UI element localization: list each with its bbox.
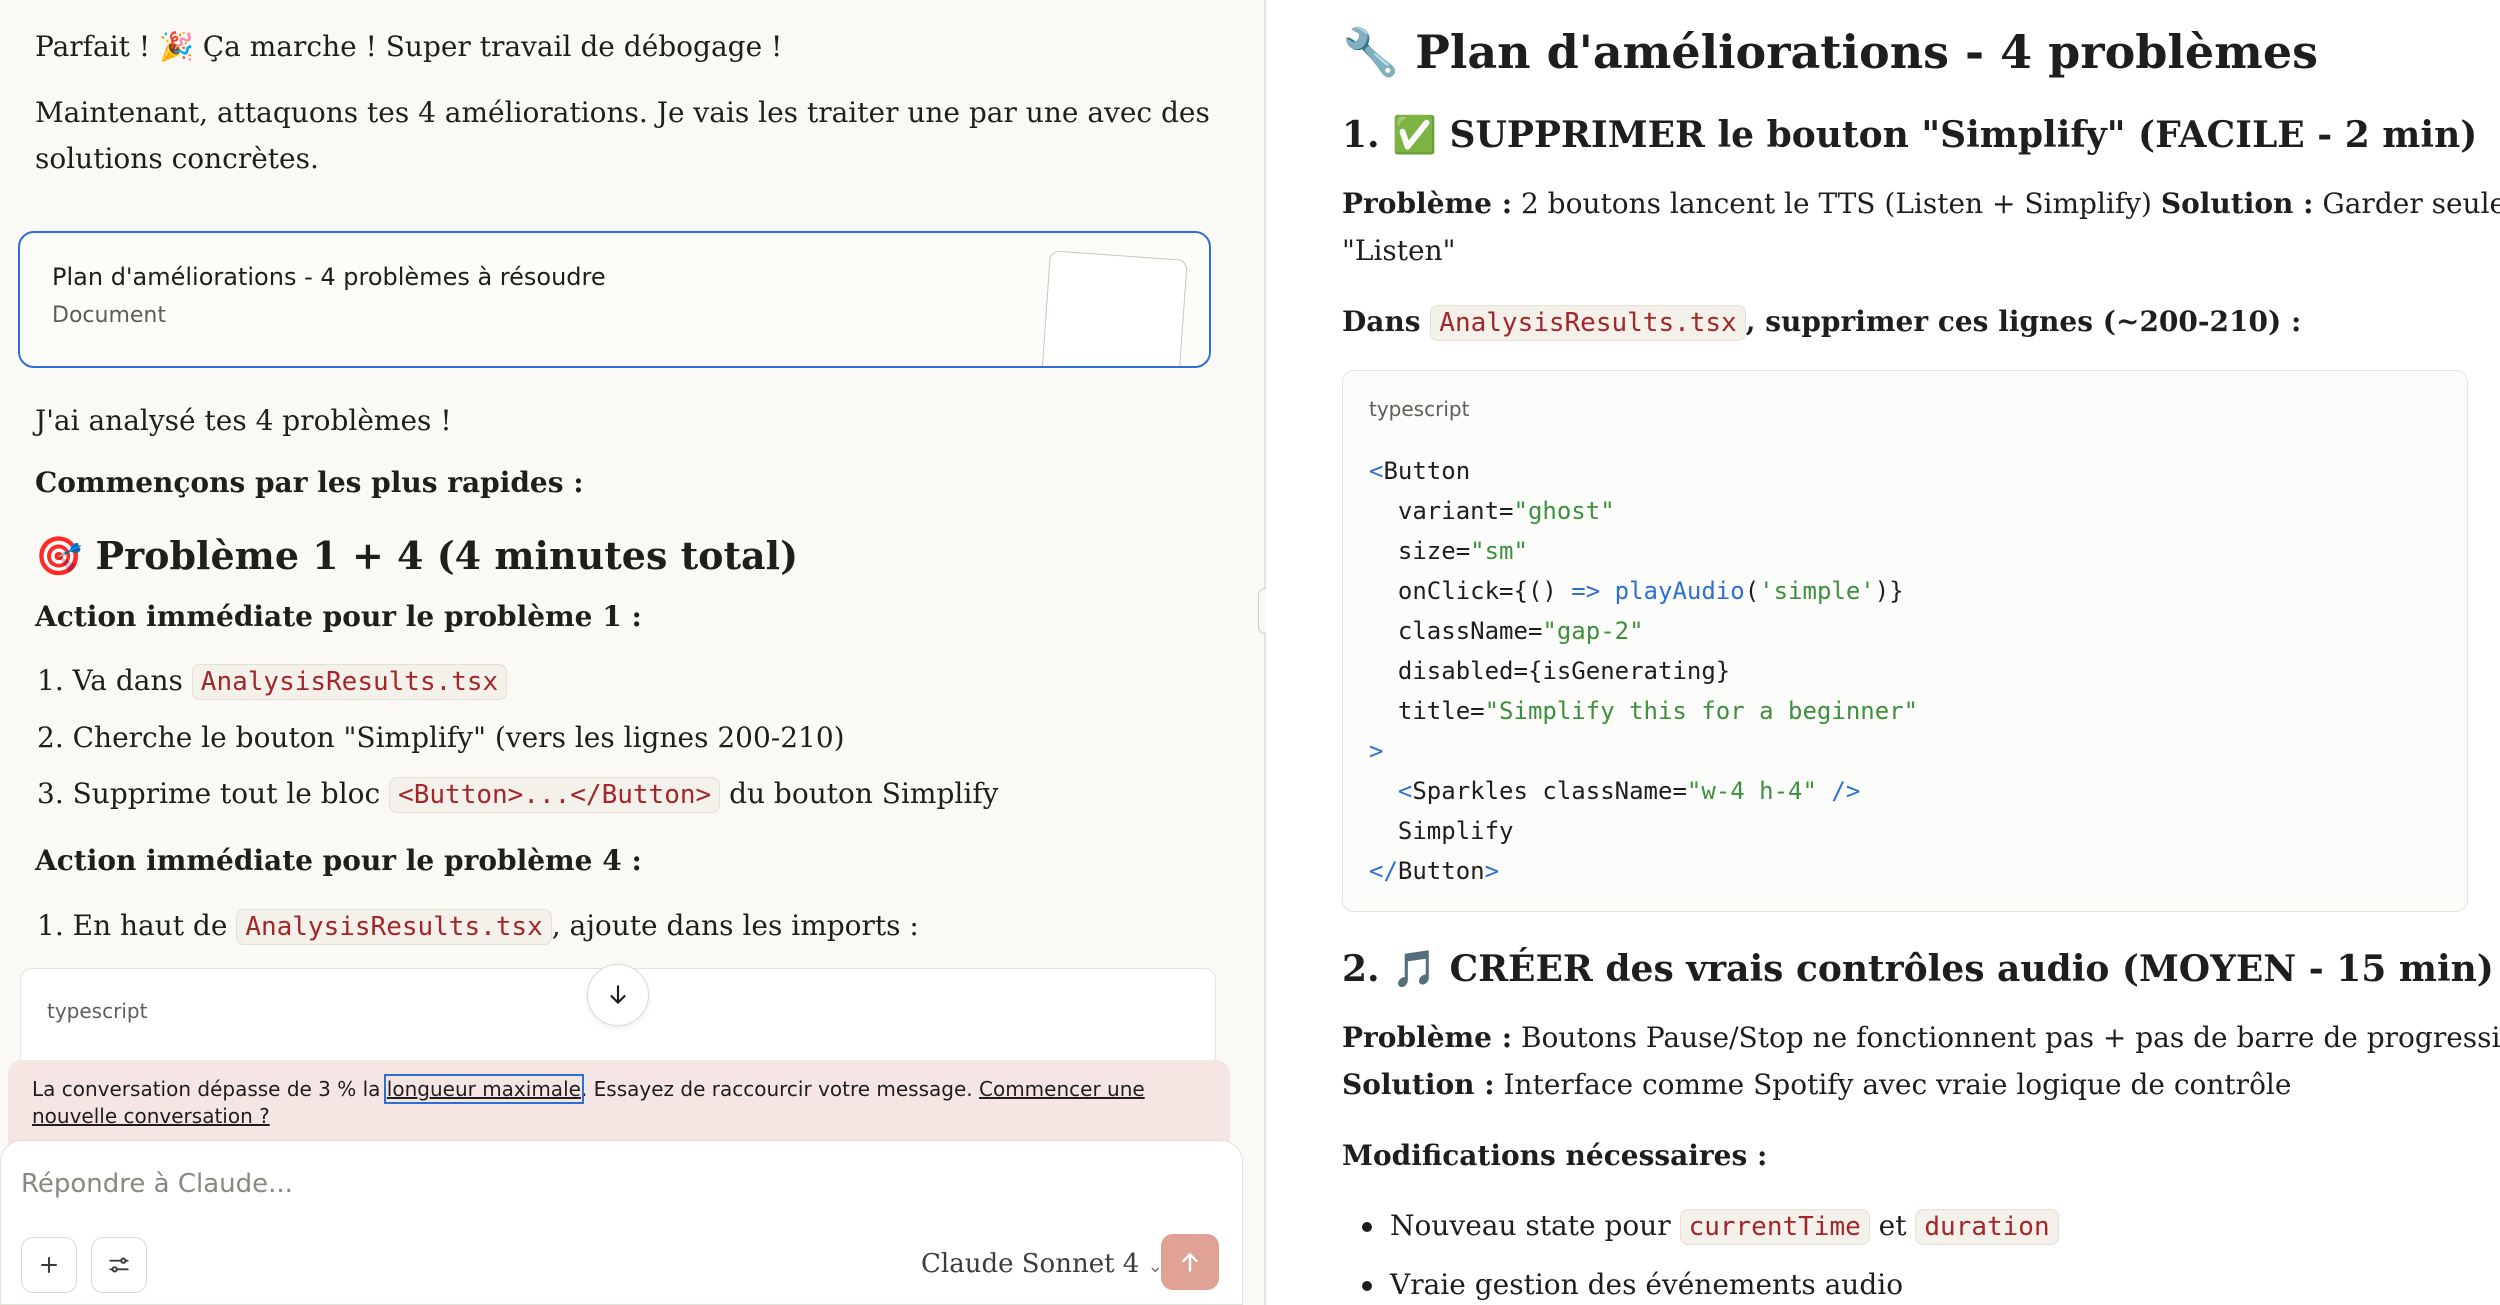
list-item: Nouveau state pour currentTime et durati… [1342, 1197, 2059, 1256]
model-selector[interactable]: Claude Sonnet 4 ⌄ [921, 1249, 1163, 1279]
length-warning-banner: La conversation dépasse de 3 % la longue… [8, 1060, 1230, 1148]
message-line: solutions concrètes. [35, 142, 319, 175]
steps-list-4: 1. En haut de AnalysisResults.tsx, ajout… [37, 898, 919, 955]
section-heading: 1. ✅ SUPPRIMER le bouton "Simplify" (FAC… [1342, 114, 2478, 156]
message-composer: Répondre à Claude... Claude Sonnet 4 ⌄ [0, 1140, 1243, 1305]
reply-input[interactable]: Répondre à Claude... [21, 1169, 293, 1199]
inline-code: <Button>...</Button> [389, 777, 721, 813]
inline-code: duration [1915, 1209, 2059, 1245]
section-paragraph: Problème : Boutons Pause/Stop ne fonctio… [1342, 1021, 2500, 1054]
code-block: typescript <Button variant="ghost" size=… [1342, 370, 2468, 912]
warning-text: . Essayez de raccourcir votre message. [580, 1077, 973, 1101]
artifact-card[interactable]: Plan d'améliorations - 4 problèmes à rés… [18, 231, 1211, 368]
steps-list-1: 1. Va dans AnalysisResults.tsx 2. Cherch… [37, 653, 999, 823]
action-heading: Action immédiate pour le problème 4 : [35, 844, 642, 877]
send-button[interactable] [1161, 1234, 1219, 1290]
artifact-pane: 🔧 Plan d'améliorations - 4 problèmes 1. … [1266, 0, 2500, 1305]
section-paragraph: Problème : 2 boutons lancent le TTS (Lis… [1342, 187, 2500, 220]
list-item: Vraie gestion des événements audio [1342, 1256, 2059, 1305]
chat-pane: Parfait ! 🎉 Ça marche ! Super travail de… [0, 0, 1264, 1305]
warning-text: La conversation dépasse de 3 % la [32, 1077, 381, 1101]
code-language: typescript [47, 999, 148, 1023]
section-paragraph: Modifications nécessaires : [1342, 1139, 1768, 1172]
plus-icon [41, 1257, 57, 1273]
message-line: J'ai analysé tes 4 problèmes ! [35, 404, 452, 437]
message-line: Commençons par les plus rapides : [35, 466, 584, 499]
message-intro: Parfait ! 🎉 Ça marche ! Super travail de… [35, 30, 783, 63]
artifact-title: Plan d'améliorations - 4 problèmes à rés… [52, 263, 606, 291]
message-line: Maintenant, attaquons tes 4 amélioration… [35, 96, 1210, 129]
inline-code: AnalysisResults.tsx [1430, 305, 1746, 341]
artifact-type: Document [52, 303, 166, 328]
section-paragraph: "Listen" [1342, 234, 1456, 267]
inline-code: AnalysisResults.tsx [191, 664, 508, 700]
list-item: 3. Supprime tout le bloc <Button>...</Bu… [37, 766, 999, 823]
doc-title: 🔧 Plan d'améliorations - 4 problèmes [1342, 25, 2318, 79]
artifact-thumbnail [1040, 250, 1188, 366]
sliders-icon [109, 1257, 129, 1273]
inline-code: AnalysisResults.tsx [236, 909, 552, 945]
modifications-list: Nouveau state pour currentTime et durati… [1342, 1197, 2059, 1305]
list-item: 1. En haut de AnalysisResults.tsx, ajout… [37, 898, 919, 955]
section-paragraph: Dans AnalysisResults.tsx, supprimer ces … [1342, 298, 2301, 347]
list-item: 2. Cherche le bouton "Simplify" (vers le… [37, 721, 845, 754]
max-length-link[interactable]: longueur maximale [383, 1074, 584, 1104]
add-button[interactable] [21, 1237, 77, 1293]
list-item: 1. Va dans AnalysisResults.tsx [37, 653, 999, 710]
scroll-to-bottom-button[interactable] [587, 964, 649, 1026]
code-language: typescript [1369, 397, 1470, 421]
tools-button[interactable] [91, 1237, 147, 1293]
arrow-down-icon [610, 985, 626, 1005]
action-heading: Action immédiate pour le problème 1 : [35, 600, 642, 633]
code-content: <Button variant="ghost" size="sm" onClic… [1369, 457, 1919, 885]
section-heading: 2. 🎵 CRÉER des vrais contrôles audio (MO… [1342, 948, 2494, 990]
problem-heading: 🎯 Problème 1 + 4 (4 minutes total) [35, 533, 799, 578]
inline-code: currentTime [1679, 1209, 1870, 1245]
section-paragraph: Solution : Interface comme Spotify avec … [1342, 1068, 2292, 1101]
arrow-up-icon [1182, 1252, 1198, 1272]
